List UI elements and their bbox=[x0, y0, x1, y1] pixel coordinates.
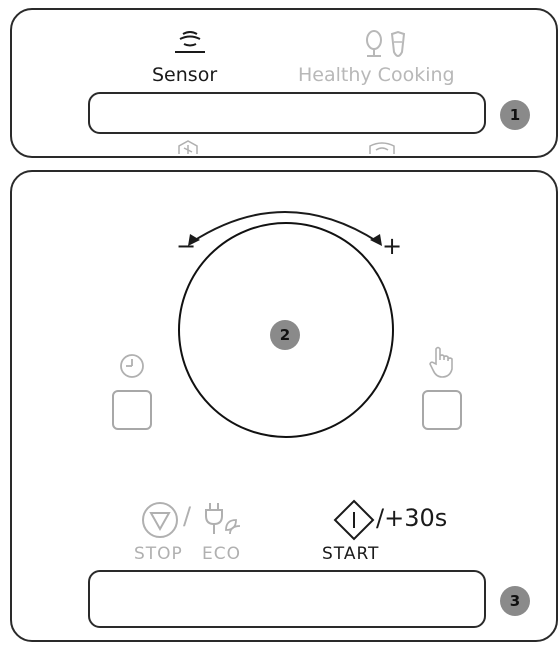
start-plus30s-label: /+30s bbox=[376, 504, 448, 532]
sensor-label: Sensor bbox=[152, 64, 218, 86]
snowflake-defrost-icon bbox=[178, 140, 198, 154]
steam-dish-icon bbox=[369, 142, 395, 154]
callout-1: 1 bbox=[500, 100, 530, 130]
stop-icon bbox=[142, 502, 178, 538]
mode-display-button-bar[interactable] bbox=[88, 92, 486, 134]
start-icon bbox=[333, 499, 375, 541]
healthy-cooking-icon bbox=[366, 30, 406, 57]
eco-plug-icon bbox=[205, 503, 241, 535]
callout-3: 3 bbox=[500, 586, 530, 616]
top-control-panel bbox=[10, 8, 558, 158]
timer-button[interactable] bbox=[112, 390, 152, 430]
eco-label: ECO bbox=[202, 544, 241, 564]
stop-eco-separator: / bbox=[183, 502, 192, 530]
dial-minus-label: − bbox=[176, 232, 197, 260]
callout-2: 2 bbox=[270, 320, 300, 350]
dial-plus-label: + bbox=[382, 232, 403, 260]
clock-icon bbox=[120, 354, 144, 378]
stop-label: STOP bbox=[134, 544, 183, 564]
start-label: START bbox=[322, 544, 380, 564]
start-stop-button-bar[interactable] bbox=[88, 570, 486, 628]
manual-button[interactable] bbox=[422, 390, 462, 430]
healthy-cooking-label: Healthy Cooking bbox=[298, 64, 455, 86]
hand-pointer-icon bbox=[429, 346, 453, 378]
sensor-waves-icon bbox=[175, 31, 205, 53]
